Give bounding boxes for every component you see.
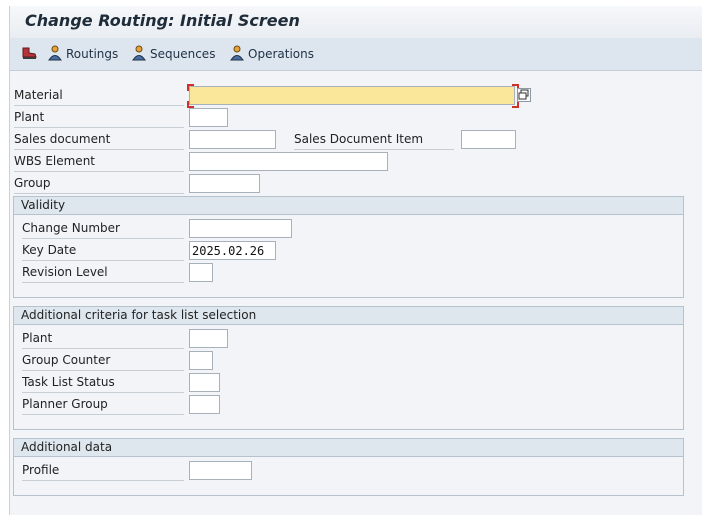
criteria-plant-input[interactable] bbox=[189, 329, 228, 348]
shoe-icon bbox=[21, 45, 38, 63]
sales-document-input[interactable] bbox=[189, 130, 276, 149]
application-toolbar: Routings Sequences Operations bbox=[10, 38, 702, 71]
profile-input[interactable] bbox=[189, 461, 252, 480]
operations-label: Operations bbox=[248, 47, 314, 61]
title-bar: Change Routing: Initial Screen bbox=[10, 6, 702, 38]
wbs-element-label: WBS Element bbox=[14, 151, 184, 172]
sales-document-item-input[interactable] bbox=[461, 130, 516, 149]
key-date-input[interactable] bbox=[189, 241, 276, 260]
required-marker-top-left bbox=[187, 84, 194, 91]
person-list-icon bbox=[131, 45, 148, 64]
sales-document-item-label: Sales Document Item bbox=[294, 129, 454, 150]
initial-screen-form: Material Plant Sales document Sales Docu… bbox=[10, 71, 702, 515]
revision-level-label: Revision Level bbox=[22, 262, 184, 283]
revision-level-input[interactable] bbox=[189, 263, 213, 282]
routings-label: Routings bbox=[66, 47, 119, 61]
required-marker-bottom-left bbox=[187, 101, 194, 108]
profile-label: Profile bbox=[22, 460, 184, 481]
additional-data-group-title: Additional data bbox=[14, 439, 683, 457]
planner-group-input[interactable] bbox=[189, 395, 220, 414]
sales-document-label: Sales document bbox=[14, 129, 184, 150]
group-input[interactable] bbox=[189, 174, 260, 193]
other-routing-button[interactable] bbox=[21, 45, 38, 63]
wbs-element-input[interactable] bbox=[189, 152, 388, 171]
additional-data-group: Additional data Profile bbox=[13, 438, 684, 496]
person-list-icon bbox=[229, 45, 246, 64]
change-number-input[interactable] bbox=[189, 219, 292, 238]
task-list-status-input[interactable] bbox=[189, 373, 220, 392]
task-list-criteria-group: Additional criteria for task list select… bbox=[13, 306, 684, 430]
group-counter-input[interactable] bbox=[189, 351, 213, 370]
criteria-plant-label: Plant bbox=[22, 328, 184, 349]
sap-window: Change Routing: Initial Screen Routings bbox=[9, 6, 702, 515]
key-date-label: Key Date bbox=[22, 240, 184, 261]
group-counter-label: Group Counter bbox=[22, 350, 184, 371]
person-list-icon bbox=[47, 45, 64, 64]
sequences-button[interactable]: Sequences bbox=[131, 45, 215, 63]
value-help-button[interactable] bbox=[517, 88, 531, 102]
material-label: Material bbox=[14, 85, 184, 106]
task-list-criteria-group-title: Additional criteria for task list select… bbox=[14, 307, 683, 325]
change-number-label: Change Number bbox=[22, 218, 184, 239]
operations-button[interactable]: Operations bbox=[229, 45, 314, 63]
plant-label: Plant bbox=[14, 107, 184, 128]
group-label: Group bbox=[14, 173, 184, 194]
validity-group-title: Validity bbox=[14, 197, 683, 215]
material-input[interactable] bbox=[189, 86, 515, 105]
sequences-label: Sequences bbox=[150, 47, 216, 61]
page-title: Change Routing: Initial Screen bbox=[25, 11, 300, 30]
task-list-status-label: Task List Status bbox=[22, 372, 184, 393]
planner-group-label: Planner Group bbox=[22, 394, 184, 415]
routings-button[interactable]: Routings bbox=[47, 45, 118, 63]
plant-input[interactable] bbox=[189, 108, 228, 127]
value-help-icon bbox=[518, 89, 530, 104]
validity-group: Validity Change Number Key Date Revision… bbox=[13, 196, 684, 298]
